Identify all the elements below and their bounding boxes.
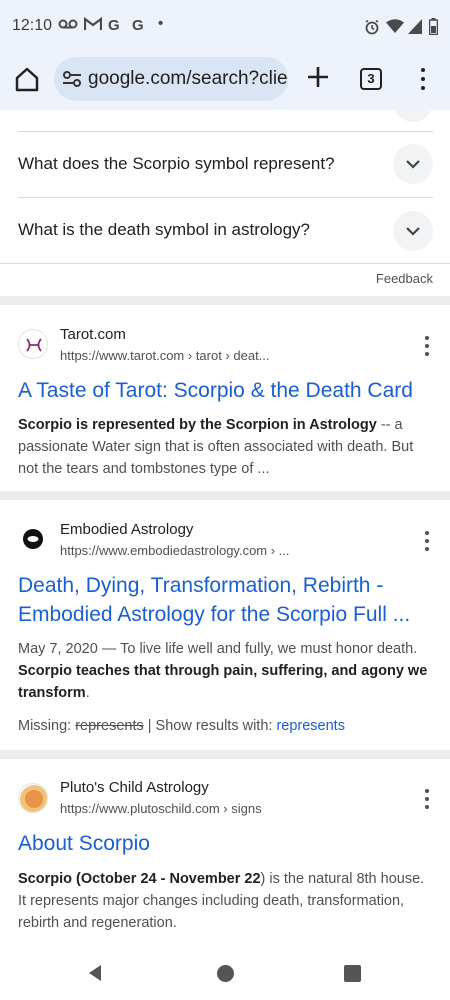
- result-title-line: Death, Dying, Transformation, Rebirth -: [18, 574, 384, 597]
- home-button[interactable]: [12, 64, 42, 94]
- back-button[interactable]: [86, 964, 106, 984]
- result-title-link[interactable]: A Taste of Tarot: Scorpio & the Death Ca…: [18, 376, 438, 405]
- snippet-text: .: [85, 685, 90, 701]
- alarm-icon: [364, 19, 380, 40]
- missing-label: Missing:: [18, 718, 76, 734]
- browser-top-bar: 12:10 G G • google.com/search?clier 3: [0, 0, 450, 110]
- voicemail-icon: [58, 17, 78, 35]
- signal-icon: [408, 19, 422, 39]
- result-menu-button[interactable]: [422, 789, 432, 809]
- chevron-down-icon: [406, 227, 420, 236]
- tarot-favicon: [18, 329, 48, 359]
- result-snippet: May 7, 2020 — To live life well and full…: [18, 638, 436, 704]
- back-icon: [89, 965, 101, 981]
- feedback-link[interactable]: Feedback: [376, 271, 433, 286]
- result-snippet: Scorpio (October 24 - November 22) is th…: [18, 868, 436, 934]
- result-menu-button[interactable]: [422, 531, 432, 551]
- home-nav-button[interactable]: [217, 965, 234, 982]
- recents-button[interactable]: [344, 965, 361, 982]
- result-site-name[interactable]: Pluto's Child Astrology: [60, 779, 209, 796]
- faq-expand-button[interactable]: [393, 211, 433, 251]
- result-date: May 7, 2020: [18, 641, 98, 657]
- faq-divider: [18, 131, 433, 132]
- faq-bottom-divider: [0, 263, 450, 264]
- result-site-name[interactable]: Embodied Astrology: [60, 521, 193, 538]
- google-icon: G: [108, 17, 120, 34]
- faq-question[interactable]: What does the Scorpio symbol represent?: [18, 154, 335, 174]
- gmail-icon: [83, 16, 103, 35]
- snippet-bold: Scorpio (October 24 - November 22: [18, 871, 261, 887]
- snippet-text: — To live life well and fully, we must h…: [97, 641, 418, 657]
- address-bar[interactable]: google.com/search?clier: [54, 57, 288, 101]
- site-settings-icon[interactable]: [62, 69, 82, 89]
- show-results-link[interactable]: represents: [276, 718, 345, 734]
- result-url[interactable]: https://www.tarot.com › tarot › deat...: [60, 348, 270, 363]
- section-separator: [0, 491, 450, 500]
- faq-divider: [18, 197, 433, 198]
- snippet-bold: Scorpio is represented by the Scorpion i…: [18, 417, 377, 433]
- plutos-child-favicon: [18, 783, 48, 813]
- system-nav-bar: [0, 946, 450, 1000]
- url-text: google.com/search?clier: [88, 68, 288, 89]
- show-results-label: | Show results with:: [143, 718, 277, 734]
- status-time: 12:10: [12, 17, 53, 34]
- more-menu-button[interactable]: [414, 66, 432, 92]
- tab-switcher-button[interactable]: 3: [360, 68, 382, 90]
- battery-icon: [428, 18, 439, 40]
- menu-dot: [421, 68, 425, 72]
- chevron-down-icon: [406, 160, 420, 169]
- faq-expand-button[interactable]: [393, 144, 433, 184]
- result-title-link[interactable]: Death, Dying, Transformation, Rebirth - …: [18, 571, 438, 629]
- status-bar: 12:10 G G •: [0, 0, 450, 54]
- result-site-name[interactable]: Tarot.com: [60, 326, 126, 343]
- result-url[interactable]: https://www.embodiedastrology.com › ...: [60, 543, 290, 558]
- snippet-bold: Scorpio teaches that through pain, suffe…: [18, 663, 428, 701]
- faq-question[interactable]: What is the death symbol in astrology?: [18, 220, 310, 240]
- home-icon: [15, 67, 39, 92]
- browser-toolbar: google.com/search?clier 3: [0, 54, 450, 106]
- dot-icon: •: [158, 15, 164, 32]
- section-separator: [0, 750, 450, 759]
- result-title-line: Embodied Astrology for the Scorpio Full …: [18, 603, 411, 626]
- menu-dot: [421, 77, 425, 81]
- result-menu-button[interactable]: [422, 336, 432, 356]
- embodied-astrology-favicon: [18, 524, 48, 554]
- plus-icon: [308, 67, 328, 87]
- result-snippet: Scorpio is represented by the Scorpion i…: [18, 414, 436, 480]
- google-icon: G: [132, 17, 144, 34]
- missing-terms-line: Missing: represents | Show results with:…: [18, 718, 345, 734]
- section-separator: [0, 296, 450, 305]
- result-title-link[interactable]: About Scorpio: [18, 829, 438, 858]
- menu-dot: [421, 86, 425, 90]
- wifi-icon: [386, 19, 404, 39]
- result-url[interactable]: https://www.plutoschild.com › signs: [60, 801, 262, 816]
- missing-word: represents: [75, 718, 144, 734]
- new-tab-button[interactable]: [304, 63, 332, 91]
